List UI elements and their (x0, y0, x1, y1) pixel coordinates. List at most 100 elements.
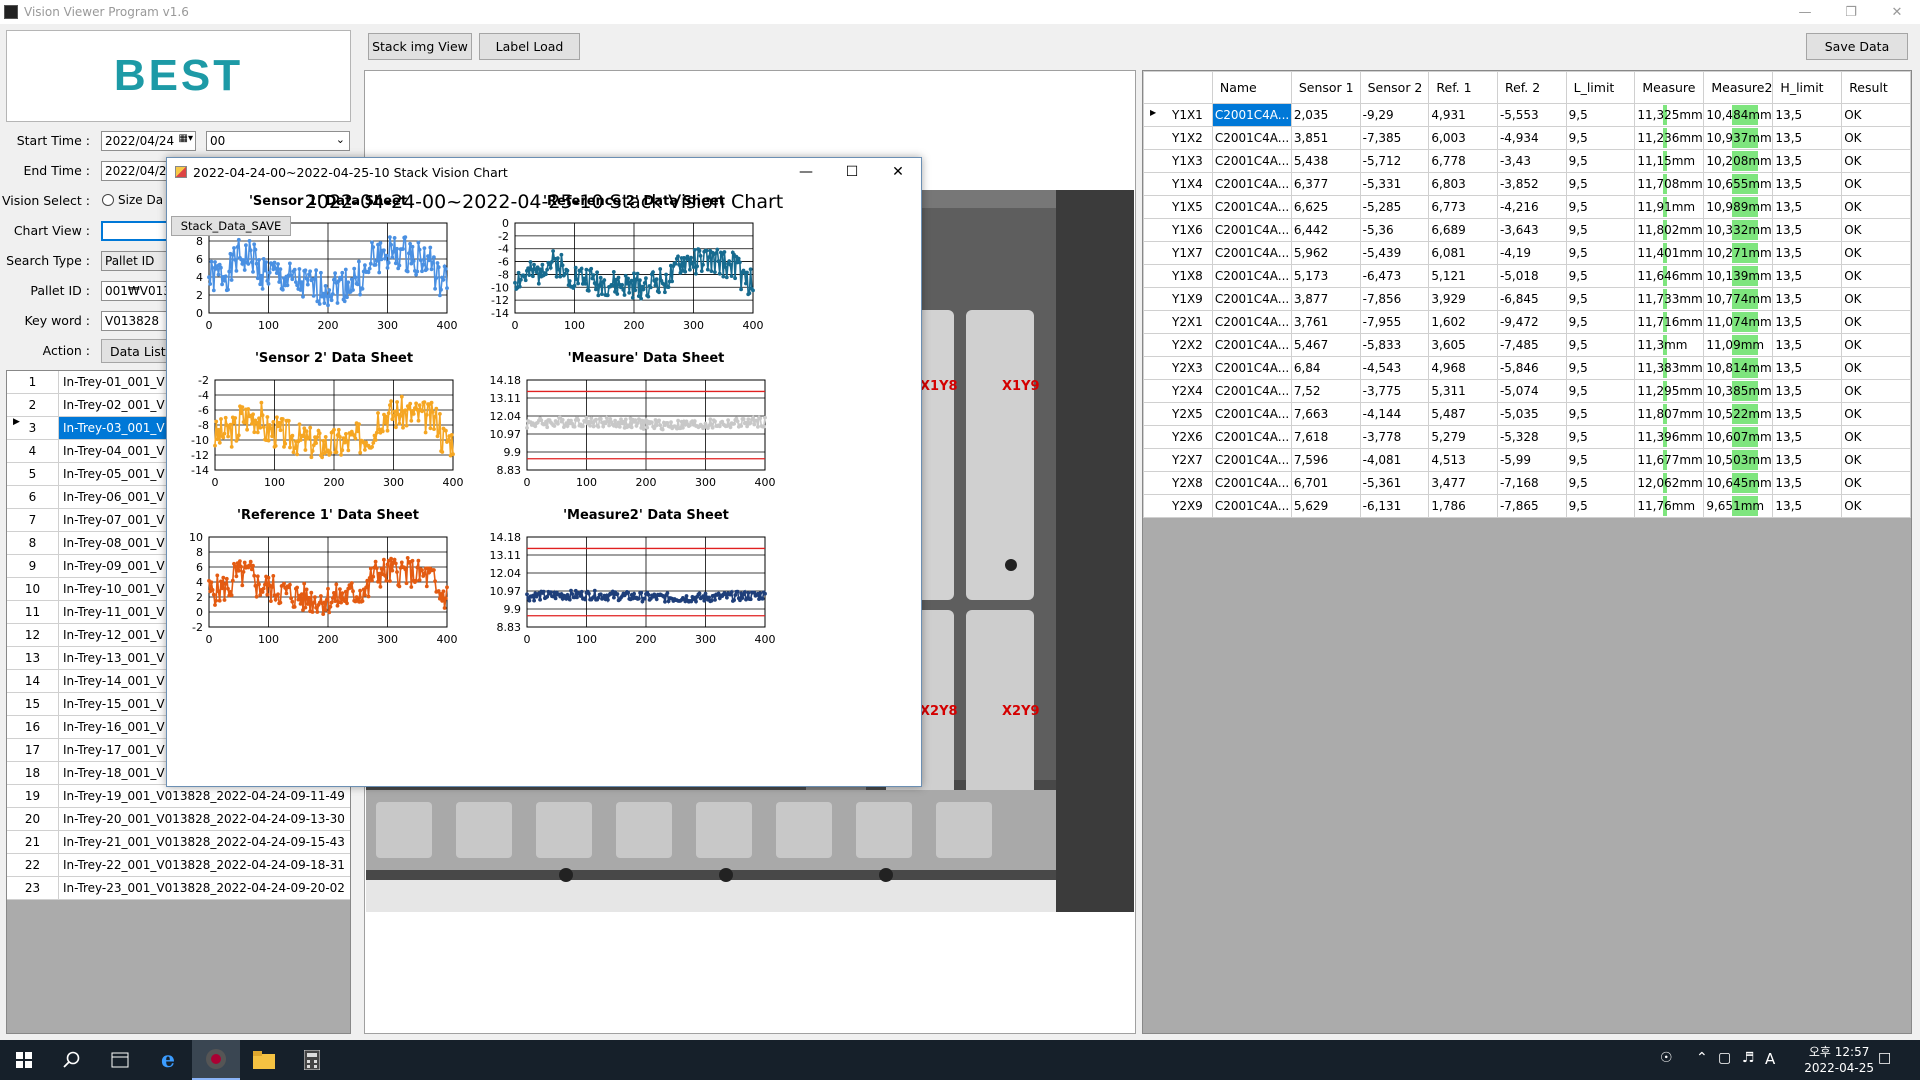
cell-name[interactable]: C2001C4A... (1211, 333, 1292, 357)
cell-m2[interactable]: 10,774mm (1703, 287, 1774, 311)
table-row[interactable]: Y2X1 C2001C4A... 3,761 -7,955 1,602 -9,472 9,5… (1143, 310, 1911, 334)
cell-s1[interactable]: 7,663 (1290, 402, 1361, 426)
cell-hl[interactable]: 13,5 (1772, 471, 1843, 495)
cell-ll[interactable]: 9,5 (1565, 195, 1636, 219)
people-icon[interactable]: ☉ (1660, 1050, 1673, 1066)
cell-s2[interactable]: -5,712 (1359, 149, 1430, 173)
restore-button[interactable]: ❐ (1828, 0, 1874, 24)
cell-s1[interactable]: 5,467 (1290, 333, 1361, 357)
column-header[interactable]: Measure (1634, 71, 1705, 104)
cell-hl[interactable]: 13,5 (1772, 218, 1843, 242)
cell-m2[interactable]: 10,522mm (1703, 402, 1774, 426)
cell-r2[interactable]: -6,845 (1496, 287, 1567, 311)
start-hour-select[interactable]: 00 ⌄ (206, 131, 350, 151)
cell-r1[interactable]: 6,689 (1428, 218, 1498, 242)
search-type-select[interactable]: Pallet ID (101, 251, 171, 271)
table-row[interactable]: Y2X2 C2001C4A... 5,467 -5,833 3,605 -7,485 9,5… (1143, 333, 1911, 357)
search-icon[interactable] (48, 1040, 96, 1080)
cell-ll[interactable]: 9,5 (1565, 379, 1636, 403)
cell-res[interactable]: OK (1841, 356, 1911, 380)
cell-name[interactable]: C2001C4A... (1211, 241, 1292, 265)
cell-m2[interactable]: 11,09mm (1703, 333, 1774, 357)
cell-m2[interactable]: 10,814mm (1703, 356, 1774, 380)
vision-viewer-app-icon[interactable] (192, 1040, 240, 1080)
cell-r2[interactable]: -5,553 (1496, 103, 1567, 127)
table-row[interactable]: Y1X4 C2001C4A... 6,377 -5,331 6,803 -3,852 9,5… (1143, 172, 1911, 196)
calendar-icon[interactable]: ▦▾ (179, 133, 193, 144)
cell-name[interactable]: C2001C4A... (1211, 264, 1292, 288)
cell-s2[interactable]: -7,856 (1359, 287, 1430, 311)
row-header[interactable]: Y2X4 (1143, 379, 1213, 403)
cell-r1[interactable]: 4,968 (1428, 356, 1498, 380)
cell-m2[interactable]: 9,651mm (1703, 494, 1774, 518)
row-header[interactable]: Y1X8 (1143, 264, 1213, 288)
chart-minimize-button[interactable]: — (783, 158, 829, 186)
cell-ll[interactable]: 9,5 (1565, 218, 1636, 242)
cell-name[interactable]: C2001C4A... (1211, 126, 1292, 150)
cell-s1[interactable]: 5,173 (1290, 264, 1361, 288)
cell-r1[interactable]: 3,605 (1428, 333, 1498, 357)
cell-m[interactable]: 11,295mm (1634, 379, 1705, 403)
cell-res[interactable]: OK (1841, 494, 1911, 518)
cell-s2[interactable]: -4,543 (1359, 356, 1430, 380)
row-header[interactable]: Y1X9 (1143, 287, 1213, 311)
row-header[interactable]: Y1X7 (1143, 241, 1213, 265)
cell-r2[interactable]: -9,472 (1496, 310, 1567, 334)
cell-res[interactable]: OK (1841, 195, 1911, 219)
cell-m2[interactable]: 11,074mm (1703, 310, 1774, 334)
cell-m2[interactable]: 10,271mm (1703, 241, 1774, 265)
cell-s1[interactable]: 6,84 (1290, 356, 1361, 380)
cell-hl[interactable]: 13,5 (1772, 149, 1843, 173)
pallet-id-input[interactable]: 001₩V013 (101, 281, 171, 301)
notification-icon[interactable]: □ (1878, 1050, 1891, 1066)
cell-hl[interactable]: 13,5 (1772, 126, 1843, 150)
cell-m[interactable]: 11,15mm (1634, 149, 1705, 173)
clock[interactable]: 오후 12:57 2022-04-25 (1804, 1044, 1874, 1076)
table-row[interactable]: Y2X6 C2001C4A... 7,618 -3,778 5,279 -5,328 9,5… (1143, 425, 1911, 449)
cell-ll[interactable]: 9,5 (1565, 241, 1636, 265)
cell-res[interactable]: OK (1841, 126, 1911, 150)
cell-m2[interactable]: 10,503mm (1703, 448, 1774, 472)
cell-m2[interactable]: 10,655mm (1703, 172, 1774, 196)
cell-hl[interactable]: 13,5 (1772, 310, 1843, 334)
size-data-radio[interactable]: Size Da (102, 193, 163, 207)
cell-r1[interactable]: 6,773 (1428, 195, 1498, 219)
row-header[interactable]: Y1X6 (1143, 218, 1213, 242)
table-row[interactable]: Y2X5 C2001C4A... 7,663 -4,144 5,487 -5,035 9,5… (1143, 402, 1911, 426)
cell-ll[interactable]: 9,5 (1565, 356, 1636, 380)
ime-indicator[interactable]: A (1765, 1050, 1775, 1068)
cell-m2[interactable]: 10,385mm (1703, 379, 1774, 403)
cell-ll[interactable]: 9,5 (1565, 287, 1636, 311)
cell-s1[interactable]: 3,851 (1290, 126, 1361, 150)
column-header[interactable] (1143, 71, 1213, 104)
cell-m[interactable]: 11,802mm (1634, 218, 1705, 242)
row-header[interactable]: Y1X2 (1143, 126, 1213, 150)
column-header[interactable]: Ref. 1 (1428, 71, 1498, 104)
cell-res[interactable]: OK (1841, 471, 1911, 495)
chart-window-titlebar[interactable]: 2022-04-24-00~2022-04-25-10 Stack Vision… (167, 158, 921, 186)
cell-s2[interactable]: -7,385 (1359, 126, 1430, 150)
keyword-input[interactable]: V013828 (101, 311, 171, 331)
cell-ll[interactable]: 9,5 (1565, 402, 1636, 426)
column-header[interactable]: H_limit (1772, 71, 1843, 104)
table-row[interactable]: Y1X3 C2001C4A... 5,438 -5,712 6,778 -3,43 9,5 1… (1143, 149, 1911, 173)
cell-s1[interactable]: 7,596 (1290, 448, 1361, 472)
cell-m2[interactable]: 10,484mm (1703, 103, 1774, 127)
cell-name[interactable]: C2001C4A... (1211, 425, 1292, 449)
cell-r1[interactable]: 3,929 (1428, 287, 1498, 311)
cell-ll[interactable]: 9,5 (1565, 310, 1636, 334)
cell-r1[interactable]: 5,279 (1428, 425, 1498, 449)
row-header[interactable]: Y1X3 (1143, 149, 1213, 173)
cell-ll[interactable]: 9,5 (1565, 103, 1636, 127)
row-header[interactable]: ▶ Y1X1 (1143, 103, 1213, 127)
cell-s2[interactable]: -3,775 (1359, 379, 1430, 403)
cell-m2[interactable]: 10,937mm (1703, 126, 1774, 150)
cell-s2[interactable]: -5,833 (1359, 333, 1430, 357)
cell-name[interactable]: C2001C4A... (1211, 149, 1292, 173)
list-item[interactable]: 19 In-Trey-19_001_V013828_2022-04-24-09-1… (7, 785, 350, 808)
cell-hl[interactable]: 13,5 (1772, 425, 1843, 449)
file-explorer-icon[interactable] (240, 1040, 288, 1080)
cell-r1[interactable]: 6,003 (1428, 126, 1498, 150)
cell-name[interactable]: C2001C4A... (1211, 448, 1292, 472)
cell-r1[interactable]: 3,477 (1428, 471, 1498, 495)
